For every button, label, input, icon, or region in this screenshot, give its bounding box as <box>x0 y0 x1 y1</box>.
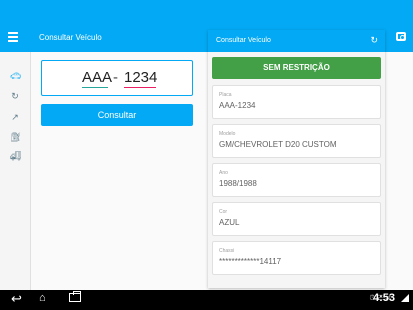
field-placa: Placa AAA-1234 <box>212 85 381 119</box>
plate-numbers: 1234 <box>124 69 158 86</box>
status-bar <box>0 0 413 26</box>
field-value: 1988/1988 <box>219 179 257 188</box>
field-label: Modelo <box>219 131 236 137</box>
field-label: Cor <box>219 209 228 215</box>
signal-icon <box>401 294 409 302</box>
field-value: *************14117 <box>219 257 282 266</box>
numbers-underline <box>124 87 156 88</box>
result-panel-header: Consultar Veículo ↻ <box>208 30 385 52</box>
navigation-rail: 🚗︎ ↻ ↗ ⛽︎ 🚚︎ <box>0 52 31 290</box>
result-panel: Consultar Veículo ↻ SEM RESTRIÇÃO Placa … <box>208 30 385 288</box>
field-value: AAA-1234 <box>219 101 256 110</box>
plate-letters: AAA <box>82 69 113 86</box>
back-icon[interactable]: ↩ <box>11 292 22 305</box>
result-title: Consultar Veículo <box>216 37 271 44</box>
trend-icon[interactable]: ↗ <box>10 113 20 122</box>
recent-apps-icon[interactable] <box>69 291 81 302</box>
field-ano: Ano 1988/1988 <box>212 163 381 197</box>
field-chassi: Chassi *************14117 <box>212 241 381 275</box>
status-badge: SEM RESTRIÇÃO <box>212 57 381 79</box>
field-value: AZUL <box>219 218 240 227</box>
field-label: Placa <box>219 92 232 98</box>
field-cor: Cor AZUL <box>212 202 381 236</box>
fuel-icon[interactable]: ⛽︎ <box>10 133 21 142</box>
truck-icon[interactable]: 🚚︎ <box>10 152 21 161</box>
car-icon[interactable]: 🚗︎ <box>10 72 21 81</box>
camera-icon[interactable] <box>396 32 406 41</box>
history-icon[interactable]: ↻ <box>10 92 20 101</box>
field-modelo: Modelo GM/CHEVROLET D20 CUSTOM <box>212 124 381 158</box>
clock: 4:53 <box>372 292 395 304</box>
consultar-button[interactable]: Consultar <box>41 104 193 126</box>
plate-separator: - <box>113 69 118 86</box>
home-icon[interactable]: ⌂ <box>39 293 46 304</box>
refresh-icon[interactable]: ↻ <box>370 36 378 45</box>
system-nav-bar: ↩ ⌂ ⏰︎ ☰ ⇄ 4:53 <box>0 290 413 310</box>
letters-underline <box>82 87 108 88</box>
plate-input[interactable]: AAA - 1234 <box>41 60 193 96</box>
app-title: Consultar Veículo <box>39 33 102 42</box>
field-value: GM/CHEVROLET D20 CUSTOM <box>219 140 337 149</box>
field-label: Ano <box>219 170 228 176</box>
menu-icon[interactable] <box>8 32 18 42</box>
field-label: Chassi <box>219 248 235 254</box>
